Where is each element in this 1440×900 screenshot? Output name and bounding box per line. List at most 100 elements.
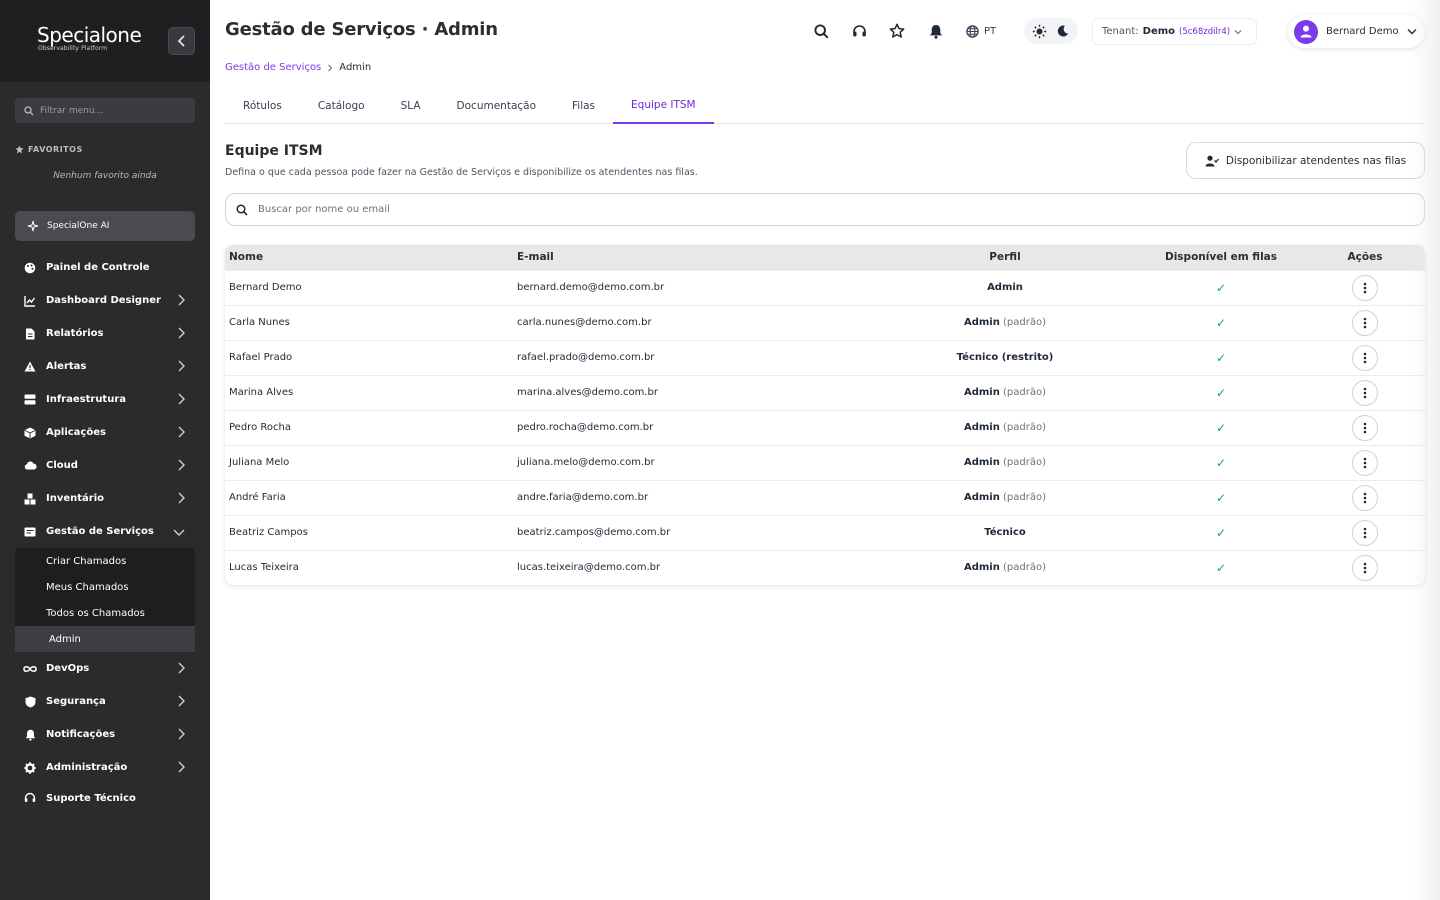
header-support xyxy=(848,20,870,42)
sidebar-item-aplicacoes[interactable]: Aplicações xyxy=(15,416,195,449)
row-actions-button[interactable] xyxy=(1352,484,1378,511)
member-search-field[interactable] xyxy=(225,193,1425,226)
user-menu[interactable]: Bernard Demo xyxy=(1288,15,1425,48)
member-email: carla.nunes@demo.com.br xyxy=(517,317,652,328)
row-actions-button[interactable] xyxy=(1352,274,1378,301)
chevron-right-icon xyxy=(178,294,185,306)
user-icon xyxy=(1300,25,1312,38)
star-icon xyxy=(15,145,24,154)
filter-menu-input[interactable] xyxy=(40,105,190,116)
row-actions-button[interactable] xyxy=(1352,379,1378,406)
tab-rotulos[interactable]: Rótulos xyxy=(225,88,300,123)
table-row[interactable]: Carla Nunes carla.nunes@demo.com.br Admin … xyxy=(225,305,1425,340)
language-code: PT xyxy=(984,25,997,37)
submenu-item-todos-os-chamados[interactable]: Todos os Chamados xyxy=(15,600,195,626)
row-actions-button[interactable] xyxy=(1352,309,1378,336)
table-row[interactable]: Juliana Melo juliana.melo@demo.com.br Admi… xyxy=(225,445,1425,480)
queue-availability-cell: ✓ xyxy=(1137,410,1305,445)
search-icon xyxy=(236,203,248,216)
sidebar-item-label: Segurança xyxy=(46,696,106,707)
headset-icon[interactable] xyxy=(848,20,870,42)
logo: Specialone Observability Platform xyxy=(37,24,142,52)
search-icon xyxy=(24,105,34,115)
queue-availability-cell: ✓ xyxy=(1137,270,1305,305)
member-role: Admin xyxy=(963,457,1000,468)
table-row[interactable]: Bernard Demo bernard.demo@demo.com.br Admi… xyxy=(225,270,1425,305)
chart-line-icon xyxy=(23,294,37,308)
table-row[interactable]: Beatriz Campos beatriz.campos@demo.com.br… xyxy=(225,515,1425,550)
column-header-nome[interactable]: Nome xyxy=(225,245,513,270)
star-icon[interactable] xyxy=(886,20,908,42)
filter-menu-field[interactable] xyxy=(15,98,195,123)
row-actions-button[interactable] xyxy=(1352,414,1378,441)
sidebar-item-infraestrutura[interactable]: Infraestrutura xyxy=(15,383,195,416)
section-description: Defina o que cada pessoa pode fazer na G… xyxy=(225,167,698,178)
queue-availability-cell: ✓ xyxy=(1137,480,1305,515)
server-icon xyxy=(23,393,37,407)
column-header-disponivel[interactable]: Disponível em filas xyxy=(1137,245,1305,270)
tab-sla[interactable]: SLA xyxy=(383,88,439,123)
table-row[interactable]: Lucas Teixeira lucas.teixeira@demo.com.br… xyxy=(225,550,1425,585)
assign-agents-to-queues-button[interactable]: Disponibilizar atendentes nas filas xyxy=(1186,142,1425,179)
row-actions-button[interactable] xyxy=(1352,554,1378,581)
sidebar-item-devops[interactable]: DevOps xyxy=(15,652,195,685)
member-name: Carla Nunes xyxy=(229,317,290,328)
member-role: Técnico xyxy=(984,527,1026,538)
column-header-email[interactable]: E-mail xyxy=(513,245,873,270)
more-vertical-icon xyxy=(1363,527,1367,538)
more-vertical-icon xyxy=(1363,562,1367,574)
sidebar-item-label: Relatórios xyxy=(46,328,104,339)
sidebar-item-dashboard-designer[interactable]: Dashboard Designer xyxy=(15,284,195,317)
member-search-input[interactable] xyxy=(258,204,1358,215)
bell-icon[interactable] xyxy=(925,20,947,42)
row-actions-button[interactable] xyxy=(1352,344,1378,371)
tab-equipe-itsm[interactable]: Equipe ITSM xyxy=(613,88,714,124)
sidebar-item-relatorios[interactable]: Relatórios xyxy=(15,317,195,350)
specialone-ai-button[interactable]: SpecialOne AI xyxy=(15,211,195,241)
sidebar-item-cloud[interactable]: Cloud xyxy=(15,449,195,482)
sidebar-item-seguranca[interactable]: Segurança xyxy=(15,685,195,718)
search-icon[interactable] xyxy=(810,20,832,42)
table-row[interactable]: Rafael Prado rafael.prado@demo.com.br Técn… xyxy=(225,340,1425,375)
queue-availability-cell: ✓ xyxy=(1137,340,1305,375)
moon-icon[interactable] xyxy=(1052,20,1074,42)
table-row[interactable]: Marina Alves marina.alves@demo.com.br Admi… xyxy=(225,375,1425,410)
check-icon: ✓ xyxy=(1215,525,1227,540)
collapse-sidebar-button[interactable] xyxy=(168,27,195,55)
submenu-item-admin[interactable]: Admin xyxy=(15,626,195,652)
sidebar: Specialone Observability Platform FAVORI… xyxy=(0,0,210,900)
favorites-heading: FAVORITOS xyxy=(15,145,83,154)
sun-icon[interactable] xyxy=(1029,20,1051,42)
language-selector[interactable]: PT xyxy=(966,20,996,42)
submenu-item-criar-chamados[interactable]: Criar Chamados xyxy=(15,548,195,574)
shield-icon xyxy=(23,695,37,709)
more-vertical-icon xyxy=(1363,492,1367,503)
sidebar-item-painel-de-controle[interactable]: Painel de Controle xyxy=(15,251,195,284)
table-row[interactable]: André Faria andre.faria@demo.com.br Admin … xyxy=(225,480,1425,515)
sidebar-item-gestao-de-servicos[interactable]: Gestão de Serviços xyxy=(15,515,195,548)
sidebar-item-administracao[interactable]: Administração xyxy=(15,751,195,784)
sidebar-item-suporte-tecnico[interactable]: Suporte Técnico xyxy=(15,784,195,812)
member-email: pedro.rocha@demo.com.br xyxy=(517,422,654,433)
more-vertical-icon xyxy=(1363,317,1367,328)
sidebar-item-notificacoes[interactable]: Notificações xyxy=(15,718,195,751)
check-icon: ✓ xyxy=(1215,280,1227,295)
member-name: Pedro Rocha xyxy=(229,422,291,433)
tab-documentacao[interactable]: Documentação xyxy=(439,88,554,123)
sidebar-item-inventario[interactable]: Inventário xyxy=(15,482,195,515)
breadcrumb-current: Admin xyxy=(339,62,372,73)
check-icon: ✓ xyxy=(1215,455,1227,470)
table-row[interactable]: Pedro Rocha pedro.rocha@demo.com.br Admin … xyxy=(225,410,1425,445)
tenant-selector[interactable]: Tenant: Demo (5c68zdilr4) xyxy=(1092,18,1257,45)
row-actions-button[interactable] xyxy=(1352,519,1378,546)
submenu-item-meus-chamados[interactable]: Meus Chamados xyxy=(15,574,195,600)
breadcrumb-parent-link[interactable]: Gestão de Serviços xyxy=(225,62,321,73)
column-header-perfil[interactable]: Perfil xyxy=(873,245,1137,270)
row-actions-button[interactable] xyxy=(1352,449,1378,476)
sidebar-item-label: Dashboard Designer xyxy=(46,295,161,306)
sidebar-item-alertas[interactable]: Alertas xyxy=(15,350,195,383)
tab-catalogo[interactable]: Catálogo xyxy=(300,88,383,123)
actions-cell xyxy=(1305,340,1425,375)
tab-filas[interactable]: Filas xyxy=(554,88,613,123)
member-name: Lucas Teixeira xyxy=(229,562,299,574)
